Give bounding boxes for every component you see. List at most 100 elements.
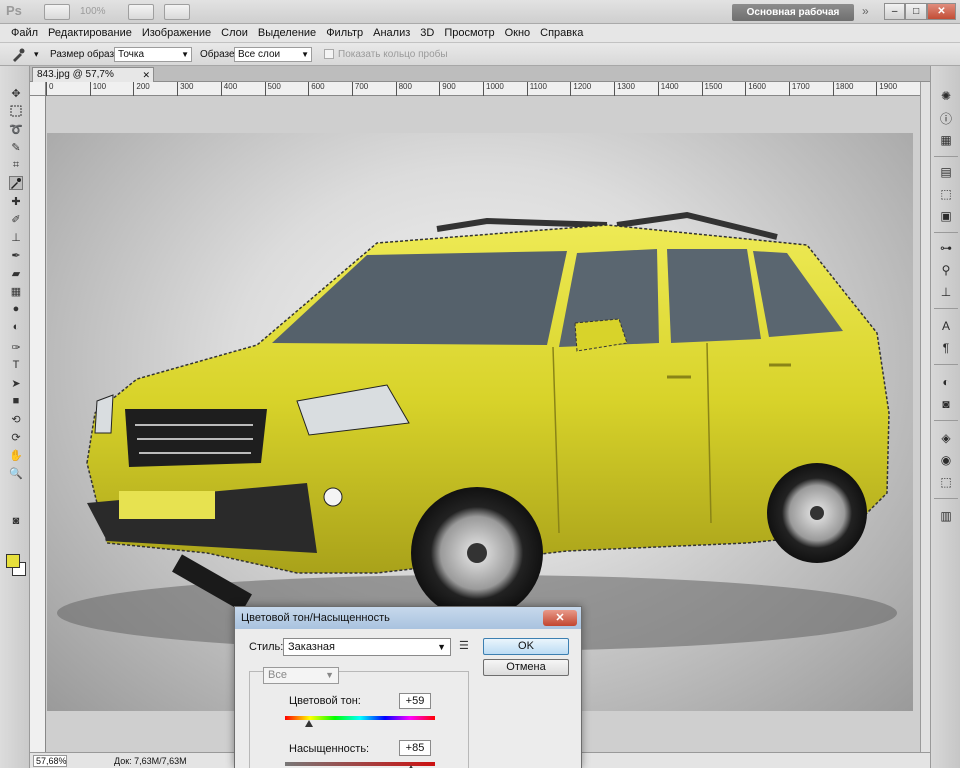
styles-panel-icon[interactable]: ⬚: [938, 186, 954, 202]
ruler-tick-label: 900: [439, 82, 456, 96]
panel-separator: [934, 498, 958, 499]
type-tool-icon[interactable]: T: [9, 358, 23, 372]
minimize-button[interactable]: –: [884, 3, 906, 20]
menu-analysis[interactable]: Анализ: [368, 27, 415, 39]
workspace-switcher-button[interactable]: Основная рабочая среда: [732, 4, 854, 35]
menu-layers[interactable]: Слои: [216, 27, 253, 39]
eraser-tool-icon[interactable]: ▰: [9, 266, 23, 280]
document-size-info[interactable]: Док: 7,63M/7,63M: [114, 756, 187, 766]
menu-select[interactable]: Выделение: [253, 27, 321, 39]
clone-stamp-tool-icon[interactable]: ⊥: [9, 230, 23, 244]
swatches-panel-icon[interactable]: ▤: [938, 164, 954, 180]
move-tool-icon[interactable]: ✥: [9, 86, 23, 100]
menu-3d[interactable]: 3D: [415, 27, 439, 39]
3d-rotate-tool-icon[interactable]: ⟲: [9, 412, 23, 426]
menu-view[interactable]: Просмотр: [439, 27, 499, 39]
menu-file[interactable]: Файл: [6, 27, 43, 39]
shape-tool-icon[interactable]: ■: [9, 394, 23, 408]
close-button[interactable]: ✕: [926, 3, 956, 20]
eyedropper-tool-preset-icon[interactable]: [10, 47, 26, 63]
dropdown-caret-icon[interactable]: ▾: [34, 49, 39, 60]
zoom-tool-icon[interactable]: 🔍: [9, 466, 23, 480]
zoom-percentage-field[interactable]: 57,68%: [33, 755, 67, 767]
bridge-launch-button[interactable]: [44, 4, 70, 20]
layers-panel-icon[interactable]: ◈: [938, 430, 954, 446]
menu-help[interactable]: Справка: [535, 27, 588, 39]
document-tab[interactable]: 843.jpg @ 57,7% (RGB/8) ✕: [32, 67, 154, 94]
gradient-tool-icon[interactable]: ▦: [9, 284, 23, 298]
ruler-tick-label: 400: [220, 82, 237, 96]
quick-mask-icon[interactable]: ◙: [9, 514, 23, 528]
blur-tool-icon[interactable]: ●: [9, 302, 23, 316]
saturation-value-field[interactable]: +85: [399, 740, 431, 756]
show-sampling-ring-checkbox[interactable]: [324, 49, 334, 59]
menu-image[interactable]: Изображение: [137, 27, 216, 39]
ruler-tick-label: 1400: [657, 82, 679, 96]
eyedropper-tool-icon[interactable]: [9, 176, 23, 190]
3d-orbit-tool-icon[interactable]: ⟳: [9, 430, 23, 444]
character-panel-icon[interactable]: A: [938, 318, 954, 334]
cancel-button[interactable]: Отмена: [483, 659, 569, 676]
menu-bar: Файл Редактирование Изображение Слои Выд…: [0, 24, 960, 42]
paragraph-panel-icon[interactable]: ¶: [938, 340, 954, 356]
ruler-tick-label: 1300: [614, 82, 635, 96]
marquee-tool-icon[interactable]: [9, 104, 23, 118]
chevron-down-icon: ▼: [437, 642, 446, 652]
menu-edit[interactable]: Редактирование: [43, 27, 137, 39]
notes-panel-icon[interactable]: ▥: [938, 508, 954, 524]
preset-style-select[interactable]: Заказная ▼: [283, 638, 451, 656]
more-workspaces-icon[interactable]: »: [862, 4, 869, 18]
horizontal-ruler[interactable]: 0 100 200 300 400 500 600 700 800 900 1000 1100 1200…: [46, 82, 941, 96]
panel-separator: [934, 232, 958, 233]
clone-source-panel-icon[interactable]: ⚲: [938, 262, 954, 278]
hue-slider-thumb[interactable]: [305, 720, 313, 727]
pen-tool-icon[interactable]: ✑: [9, 340, 23, 354]
masks-panel-icon[interactable]: ◐: [938, 374, 954, 390]
adjustments-panel-icon[interactable]: ▣: [938, 208, 954, 224]
photoshop-logo: Ps: [6, 3, 22, 18]
mask-panel-icon[interactable]: ◙: [938, 396, 954, 412]
ruler-origin[interactable]: [30, 82, 46, 96]
view-extras-button[interactable]: [128, 4, 154, 20]
preset-options-icon[interactable]: ☰: [459, 639, 469, 652]
hand-tool-icon[interactable]: ✋: [9, 448, 23, 462]
menu-window[interactable]: Окно: [500, 27, 536, 39]
crop-tool-icon[interactable]: ⌗: [9, 158, 23, 172]
quick-selection-tool-icon[interactable]: ✎: [9, 140, 23, 154]
zoom-level-display[interactable]: 100%: [80, 6, 106, 17]
dodge-tool-icon[interactable]: ◐: [9, 320, 23, 334]
window-controls: – □ ✕: [884, 3, 956, 20]
info-panel-icon[interactable]: ⓘ: [938, 110, 954, 126]
histogram-panel-icon[interactable]: ▦: [938, 132, 954, 148]
vertical-scrollbar[interactable]: [920, 82, 930, 752]
show-sampling-ring-label: Показать кольцо пробы: [338, 49, 448, 60]
hue-value-field[interactable]: +59: [399, 693, 431, 709]
tool-presets-panel-icon[interactable]: ⊥: [938, 284, 954, 300]
channels-panel-icon[interactable]: ◉: [938, 452, 954, 468]
ok-button[interactable]: OK: [483, 638, 569, 655]
brush-tool-icon[interactable]: ✐: [9, 212, 23, 226]
sample-size-select[interactable]: Точка ▼: [114, 47, 192, 62]
arrange-documents-button[interactable]: [164, 4, 190, 20]
path-selection-tool-icon[interactable]: ➤: [9, 376, 23, 390]
maximize-button[interactable]: □: [905, 3, 927, 20]
healing-brush-tool-icon[interactable]: ✚: [9, 194, 23, 208]
sample-layers-select[interactable]: Все слои ▼: [234, 47, 312, 62]
lasso-tool-icon[interactable]: ➰: [9, 122, 23, 136]
vertical-ruler[interactable]: [30, 96, 46, 752]
dialog-close-button[interactable]: ✕: [543, 610, 577, 626]
navigator-panel-icon[interactable]: ✺: [938, 88, 954, 104]
brushes-panel-icon[interactable]: ⊶: [938, 240, 954, 256]
history-brush-tool-icon[interactable]: ✒: [9, 248, 23, 262]
chevron-down-icon: ▼: [301, 50, 309, 59]
foreground-color-swatch[interactable]: [6, 554, 20, 568]
paths-panel-icon[interactable]: ⬚: [938, 474, 954, 490]
dialog-title-bar[interactable]: Цветовой тон/Насыщенность: [235, 607, 581, 629]
panel-separator: [934, 156, 958, 157]
menu-filter[interactable]: Фильтр: [321, 27, 368, 39]
tools-panel: ✥ ➰ ✎ ⌗ ✚ ✐ ⊥ ✒ ▰ ▦ ● ◐ ✑ T ➤ ■ ⟲ ⟳ ✋ 🔍 …: [0, 66, 30, 768]
ruler-tick-label: 1100: [526, 82, 547, 96]
options-bar: ▾ Размер образца: Точка ▼ Образец: Все с…: [0, 42, 960, 66]
close-document-icon[interactable]: ✕: [142, 68, 150, 82]
channel-select[interactable]: Все ▼: [263, 667, 339, 684]
